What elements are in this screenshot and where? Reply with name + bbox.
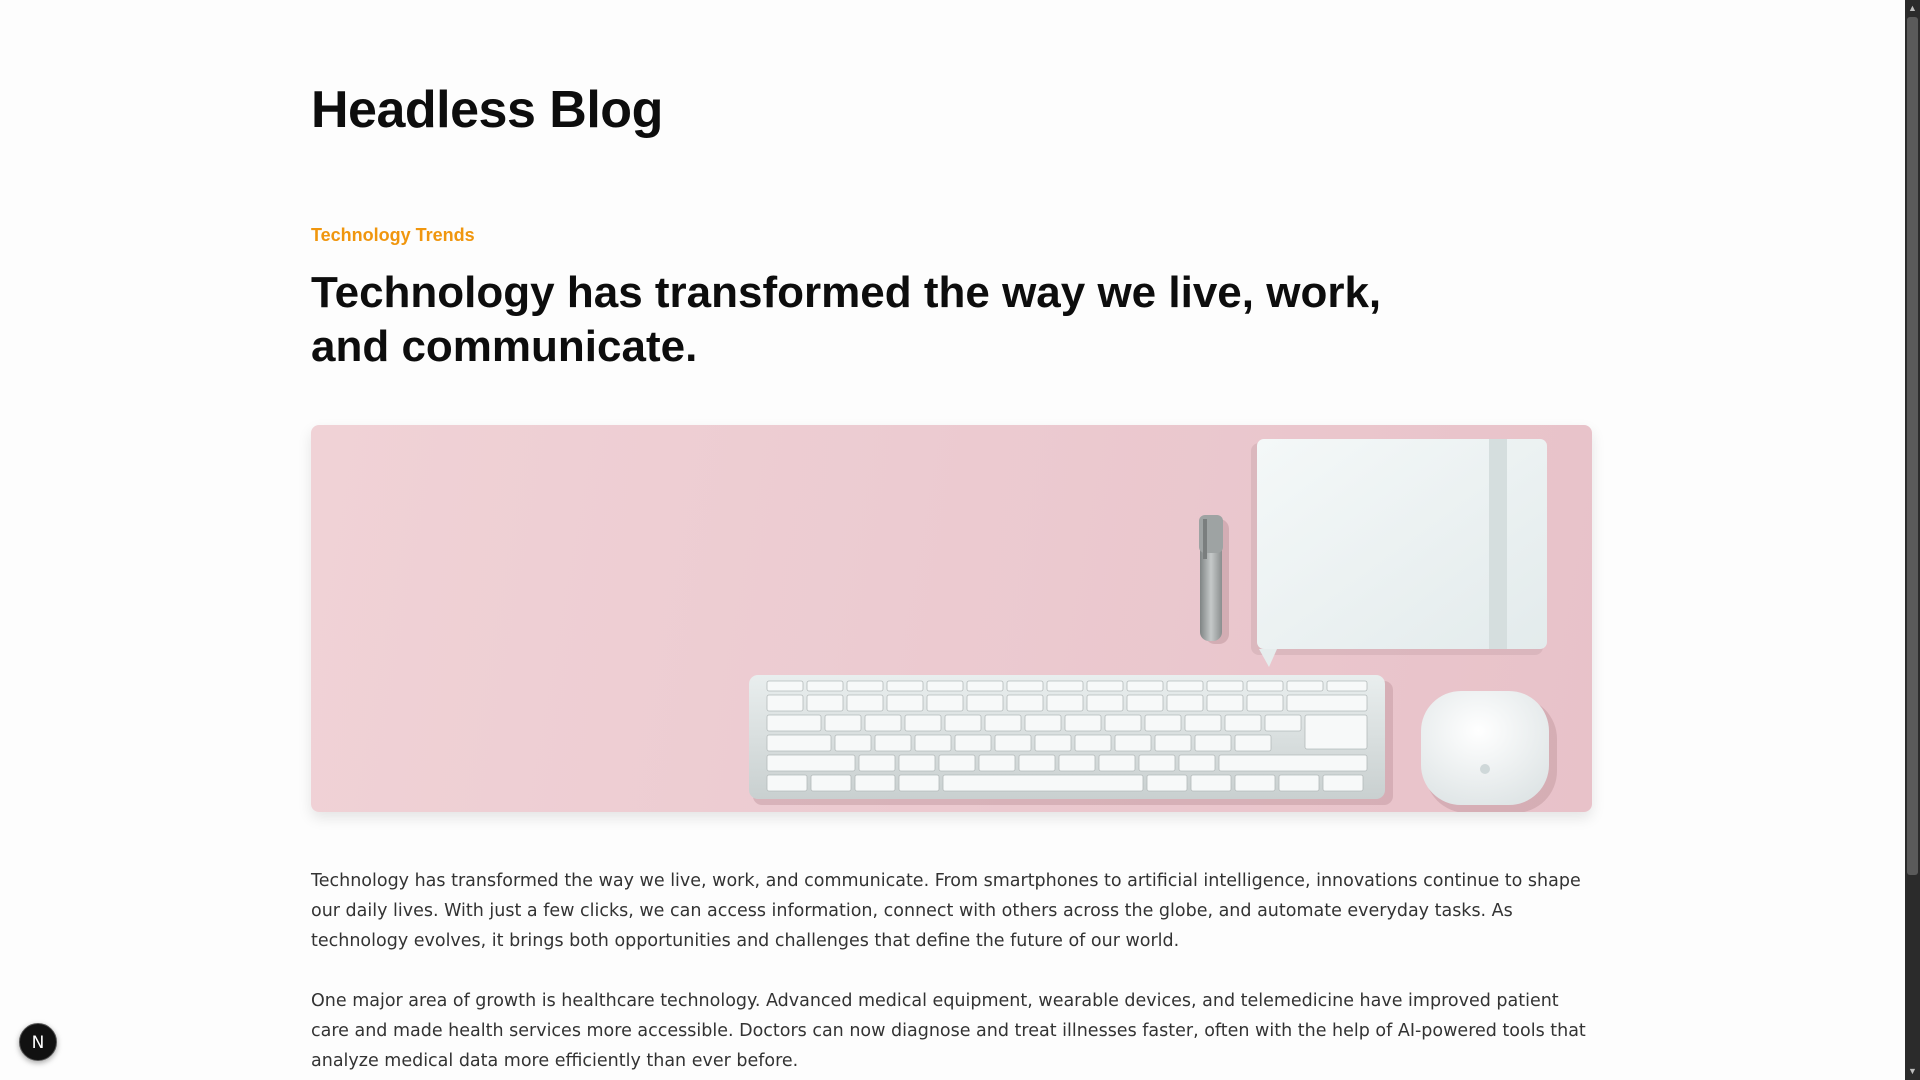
page: Headless Blog Technology Trends Technolo… [0, 0, 1920, 1080]
pen-icon [1199, 515, 1229, 644]
scrollbar-thumb[interactable] [1907, 17, 1918, 875]
keyboard-icon [749, 675, 1393, 805]
post-title: Technology has transformed the way we li… [311, 268, 1382, 371]
scroll-down-arrow-icon[interactable]: ▼ [1905, 1064, 1920, 1079]
scroll-up-arrow-icon[interactable]: ▲ [1905, 1, 1920, 16]
site-title[interactable]: Headless Blog [311, 80, 663, 140]
article-body: Technology has transformed the way we li… [311, 866, 1592, 1080]
mouse-icon [1421, 691, 1557, 812]
hero-illustration [749, 439, 1557, 812]
article-paragraph-1: Technology has transformed the way we li… [311, 871, 1581, 951]
post-category[interactable]: Technology Trends [311, 225, 475, 246]
dev-tools-badge[interactable]: N [19, 1023, 57, 1061]
hero-image [311, 425, 1592, 812]
vertical-scrollbar[interactable]: ▲ ▼ [1905, 0, 1920, 1080]
article-paragraph-2: One major area of growth is healthcare t… [311, 991, 1586, 1071]
notebook-icon [1251, 439, 1547, 667]
